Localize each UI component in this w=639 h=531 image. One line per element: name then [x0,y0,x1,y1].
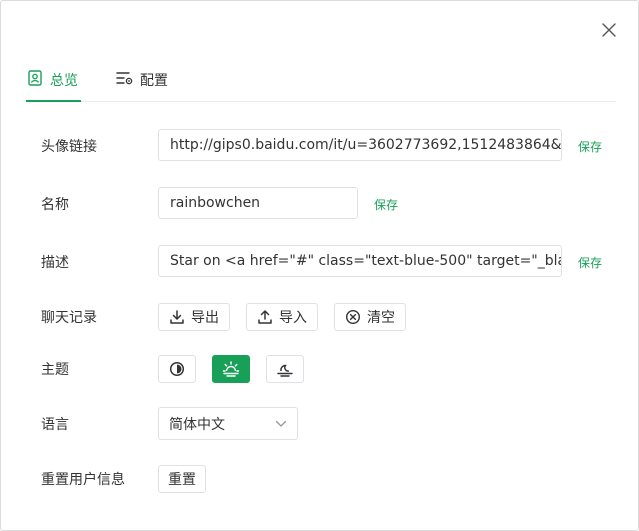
import-button[interactable]: 导入 [246,303,318,331]
name-input[interactable]: rainbowchen [158,187,358,219]
description-input[interactable]: Star on <a href="#" class="text-blue-500… [158,245,562,277]
settings-list-icon [116,69,134,87]
tab-bar: 总览 配置 [26,63,616,102]
name-label: 名称 [41,197,69,213]
clear-label: 清空 [367,310,395,326]
chat-history-label: 聊天记录 [41,310,97,326]
clear-button[interactable]: 清空 [334,303,406,331]
theme-dark-button[interactable] [266,355,304,383]
avatar-url-input[interactable]: http://gips0.baidu.com/it/u=3602773692,1… [158,129,562,161]
close-icon[interactable] [598,19,620,41]
chevron-down-icon [275,420,287,428]
upload-icon [257,309,273,325]
profile-icon [26,69,44,87]
tab-config[interactable]: 配置 [116,63,172,101]
settings-modal: 总览 配置 头像链接 http://gips0.baidu.com/it/u=3… [0,0,639,531]
description-label: 描述 [41,255,69,271]
language-select[interactable]: 简体中文 [158,407,298,440]
reset-button[interactable]: 重置 [158,465,206,493]
language-label: 语言 [41,417,69,433]
import-label: 导入 [279,310,307,326]
description-save-button[interactable]: 保存 [578,254,602,271]
tab-overview-label: 总览 [50,73,78,89]
reset-label: 重置用户信息 [41,472,125,488]
tab-config-label: 配置 [140,73,168,89]
theme-label: 主题 [41,362,69,378]
auto-theme-icon [169,361,185,377]
export-button[interactable]: 导出 [158,303,230,331]
language-value: 简体中文 [169,416,225,433]
reset-button-label: 重置 [168,472,196,488]
theme-light-button[interactable] [212,355,250,383]
clear-circle-icon [345,309,361,325]
download-icon [169,309,185,325]
tab-overview[interactable]: 总览 [26,63,81,102]
export-label: 导出 [191,310,219,326]
name-save-button[interactable]: 保存 [374,196,398,213]
theme-auto-button[interactable] [158,355,196,383]
avatar-save-button[interactable]: 保存 [578,138,602,155]
avatar-label: 头像链接 [41,139,97,155]
light-theme-icon [222,360,240,378]
dark-theme-icon [276,360,294,378]
